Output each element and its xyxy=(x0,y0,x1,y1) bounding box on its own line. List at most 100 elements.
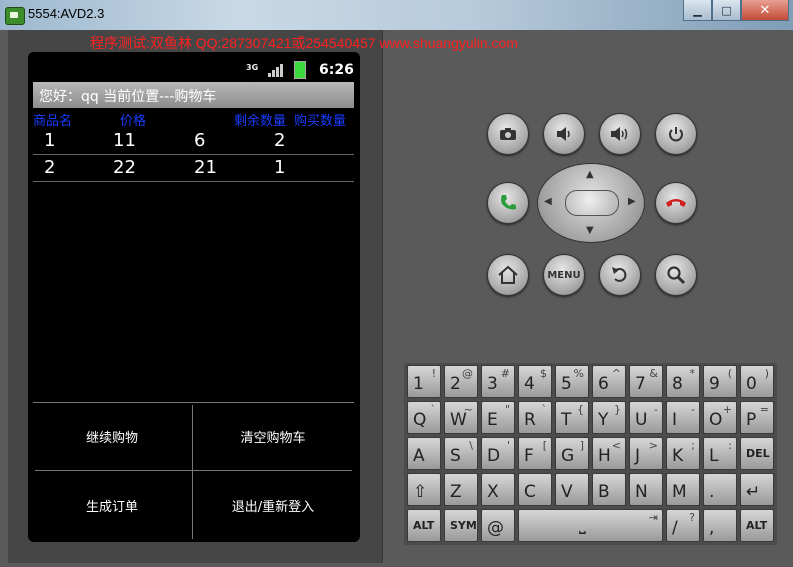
network-indicator: 3G xyxy=(246,63,259,72)
key-at[interactable]: @ xyxy=(481,509,515,542)
maximize-button[interactable]: □ xyxy=(712,0,741,21)
key-u[interactable]: U- xyxy=(629,401,663,434)
key-del[interactable]: DEL xyxy=(740,437,774,470)
key-label: ALT xyxy=(746,519,768,532)
key-q[interactable]: Q ` xyxy=(407,401,441,434)
key-d[interactable]: D ' xyxy=(481,437,515,470)
home-icon xyxy=(498,265,518,284)
key-label: L xyxy=(709,446,719,466)
key-alt-label: " xyxy=(504,403,510,416)
key-label: C xyxy=(524,482,536,502)
menu-button[interactable]: MENU xyxy=(543,254,585,296)
cell-stock: 21 xyxy=(194,157,217,178)
key-n[interactable]: N xyxy=(629,473,663,506)
key-8[interactable]: 8 * xyxy=(666,365,700,398)
key-a[interactable]: A xyxy=(407,437,441,470)
key-label: V xyxy=(561,482,573,502)
key-m[interactable]: M xyxy=(666,473,700,506)
key-shift[interactable]: ⇧ xyxy=(407,473,441,506)
minimize-button[interactable]: ▁ xyxy=(683,0,712,21)
volume-down-icon xyxy=(557,127,570,141)
key-label: Z xyxy=(450,482,462,502)
table-row[interactable]: 2 22 21 1 xyxy=(33,155,354,182)
key-p[interactable]: P = xyxy=(740,401,774,434)
key-e[interactable]: E " xyxy=(481,401,515,434)
key-5[interactable]: 5% xyxy=(555,365,589,398)
table-header: 商品名 价格 剩余数量 购买数量 xyxy=(28,110,360,129)
key-b[interactable]: B xyxy=(592,473,626,506)
key-r[interactable]: R ` xyxy=(518,401,552,434)
key-y[interactable]: Y} xyxy=(592,401,626,434)
key-alt-right[interactable]: ALT xyxy=(740,509,774,542)
end-call-button[interactable] xyxy=(655,182,697,224)
key-label: P xyxy=(746,410,757,430)
continue-shopping-button[interactable]: 继续购物 xyxy=(33,403,191,469)
key-alt-label: & xyxy=(649,367,658,380)
key-alt-label: ; xyxy=(691,439,695,452)
key-period[interactable]: . xyxy=(703,473,737,506)
volume-up-button[interactable] xyxy=(599,113,641,155)
key-2[interactable]: 2 @ xyxy=(444,365,478,398)
key-label: O xyxy=(709,410,723,430)
create-order-button[interactable]: 生成订单 xyxy=(33,472,191,538)
key-alt-left[interactable]: ALT xyxy=(407,509,441,542)
dpad-up-icon[interactable]: ▲ xyxy=(586,169,594,180)
dpad-left-icon[interactable]: ◀ xyxy=(544,196,552,207)
key-7[interactable]: 7 & xyxy=(629,365,663,398)
key-z[interactable]: Z xyxy=(444,473,478,506)
clear-cart-button[interactable]: 清空购物车 xyxy=(194,403,352,469)
app-title-bar: 您好：qq 当前位置---购物车 xyxy=(33,82,354,108)
key-0[interactable]: 0) xyxy=(740,365,774,398)
key-label: , xyxy=(709,518,715,538)
key-space[interactable]: ⎵ ⇥ xyxy=(518,509,663,542)
key-label: I xyxy=(672,410,678,430)
key-x[interactable]: X xyxy=(481,473,515,506)
key-slash[interactable]: /? xyxy=(666,509,700,542)
key-alt-label: \ xyxy=(469,439,473,452)
search-button[interactable] xyxy=(655,254,697,296)
emulator-window: 5554:AVD2.3 ▁ □ ✕ 程序测试:双鱼林 QQ:287307421或… xyxy=(0,0,793,567)
key-i[interactable]: I- xyxy=(666,401,700,434)
key-comma[interactable]: , xyxy=(703,509,737,542)
key-v[interactable]: V xyxy=(555,473,589,506)
key-o[interactable]: O + xyxy=(703,401,737,434)
window-titlebar[interactable]: 5554:AVD2.3 ▁ □ ✕ xyxy=(0,0,793,30)
dpad-down-icon[interactable]: ▼ xyxy=(586,225,594,236)
android-screen[interactable]: 3G 6:26 您好：qq 当前位置---购物车 商品名 价格 剩余数量 购买数… xyxy=(28,52,360,542)
key-j[interactable]: J > xyxy=(629,437,663,470)
logout-button[interactable]: 退出/重新登入 xyxy=(194,472,352,538)
key-s[interactable]: S \ xyxy=(444,437,478,470)
key-g[interactable]: G] xyxy=(555,437,589,470)
key-sym[interactable]: SYM xyxy=(444,509,478,542)
volume-down-button[interactable] xyxy=(543,113,585,155)
call-button[interactable] xyxy=(487,182,529,224)
key-9[interactable]: 9( xyxy=(703,365,737,398)
dpad-right-icon[interactable]: ▶ xyxy=(628,196,636,207)
camera-button[interactable] xyxy=(487,113,529,155)
key-k[interactable]: K; xyxy=(666,437,700,470)
key-c[interactable]: C xyxy=(518,473,552,506)
back-button[interactable] xyxy=(599,254,641,296)
close-button[interactable]: ✕ xyxy=(741,0,789,21)
key-w[interactable]: W ~ xyxy=(444,401,478,434)
key-label: DEL xyxy=(746,447,770,460)
key-f[interactable]: F[ xyxy=(518,437,552,470)
key-h[interactable]: H < xyxy=(592,437,626,470)
key-t[interactable]: T{ xyxy=(555,401,589,434)
key-label: 6 xyxy=(598,374,609,394)
home-button[interactable] xyxy=(487,254,529,296)
key-3[interactable]: 3 # xyxy=(481,365,515,398)
key-alt-label: ~ xyxy=(463,403,473,416)
key-1[interactable]: 1! xyxy=(407,365,441,398)
key-enter[interactable]: ↵ xyxy=(740,473,774,506)
key-6[interactable]: 6 ^ xyxy=(592,365,626,398)
dpad[interactable]: ▲ ▼ ◀ ▶ xyxy=(537,163,645,243)
power-button[interactable] xyxy=(655,113,697,155)
dpad-center-button[interactable] xyxy=(565,190,619,216)
table-row[interactable]: 1 11 6 2 xyxy=(33,128,354,155)
key-l[interactable]: L: xyxy=(703,437,737,470)
camera-icon xyxy=(500,128,516,140)
key-alt-label: ` xyxy=(541,403,548,416)
key-4[interactable]: 4 $ xyxy=(518,365,552,398)
key-label: T xyxy=(561,410,572,430)
